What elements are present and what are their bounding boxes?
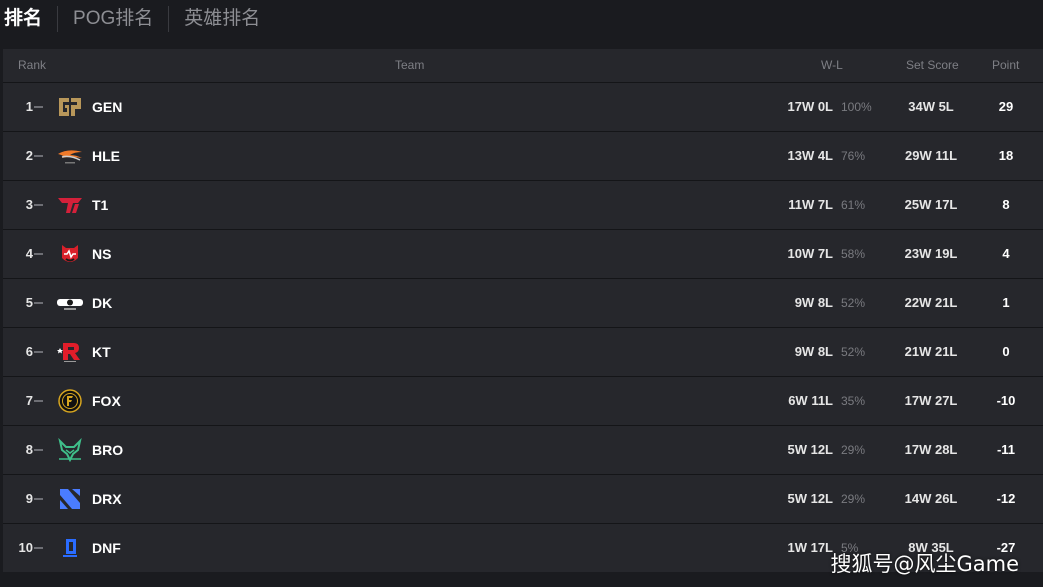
table-row[interactable]: 9 DRX 5W 12L 29% 14W 26L -12: [3, 474, 1043, 523]
rank-change-icon: [34, 253, 43, 255]
win-rate: 100%: [841, 100, 872, 114]
rank-change-icon: [34, 449, 43, 451]
table-row[interactable]: 4 NS 10W 7L 58% 23W 19L 4: [3, 229, 1043, 278]
win-rate: 52%: [841, 345, 866, 359]
points: -12: [996, 491, 1016, 506]
win-rate: 52%: [841, 296, 866, 310]
table-row[interactable]: 7 FOX 6W 11L 35% 17W 27L -10: [3, 376, 1043, 425]
set-score: 17W 27L: [904, 393, 958, 408]
rank-number: 2: [25, 148, 33, 163]
rank-change-icon: [34, 547, 43, 549]
rank-number: 8: [25, 442, 33, 457]
table-row[interactable]: 1 GEN 17W 0L 100% 34W 5L 29: [3, 82, 1043, 131]
win-rate: 29%: [841, 492, 866, 506]
table-row[interactable]: 8 BRO 5W 12L 29% 17W 28L -11: [3, 425, 1043, 474]
team-name[interactable]: DNF: [92, 524, 121, 572]
header-rank: Rank: [18, 58, 47, 72]
rank-number: 4: [25, 246, 33, 261]
set-score: 14W 26L: [904, 491, 958, 506]
rank-change-icon: [34, 498, 43, 500]
header-set-score: Set Score: [906, 58, 959, 72]
rank-number: 5: [25, 295, 33, 310]
win-rate: 76%: [841, 149, 866, 163]
dk-logo-icon: [57, 299, 83, 310]
team-name[interactable]: FOX: [92, 377, 121, 425]
team-name[interactable]: KT: [92, 328, 111, 376]
rank-number: 3: [25, 197, 33, 212]
rank-number: 10: [18, 540, 33, 555]
t1-logo-icon: [58, 198, 82, 213]
set-score: 17W 28L: [904, 442, 958, 457]
rank-change-icon: [34, 302, 43, 304]
win-rate: 61%: [841, 198, 866, 212]
win-rate: 29%: [841, 443, 866, 457]
tab-bar: 排名 POG排名 英雄排名: [0, 0, 275, 38]
set-score: 22W 21L: [904, 295, 958, 310]
win-loss: 6W 11L: [788, 393, 833, 408]
table-header: Rank Team W-L Set Score Point: [3, 49, 1043, 82]
win-loss: 17W 0L: [787, 99, 833, 114]
win-loss: 13W 4L: [787, 148, 833, 163]
win-loss: 9W 8L: [794, 295, 833, 310]
rank-number: 1: [25, 99, 33, 114]
team-name[interactable]: DRX: [92, 475, 122, 523]
set-score: 25W 17L: [904, 197, 958, 212]
kt-logo-icon: [57, 343, 80, 362]
win-loss: 10W 7L: [787, 246, 833, 261]
win-rate: 58%: [841, 247, 866, 261]
header-team: Team: [395, 58, 425, 72]
rank-change-icon: [34, 204, 43, 206]
points: 4: [1002, 246, 1010, 261]
hle-logo-icon: [58, 150, 82, 164]
table-row[interactable]: 5 DK 9W 8L 52% 22W 21L 1: [3, 278, 1043, 327]
table-row[interactable]: 6 KT 9W 8L 52% 21W 21L 0: [3, 327, 1043, 376]
dnf-logo-icon: [63, 539, 77, 557]
gen-logo-icon: [59, 98, 81, 116]
rank-change-icon: [34, 351, 43, 353]
tab-ranking[interactable]: 排名: [0, 7, 57, 31]
set-score: 21W 21L: [904, 344, 958, 359]
rank-change-icon: [34, 400, 43, 402]
set-score: 29W 11L: [904, 148, 958, 163]
watermark-text: 搜狐号@风尘Game: [830, 552, 1019, 576]
team-name[interactable]: HLE: [92, 132, 120, 180]
team-name[interactable]: BRO: [92, 426, 123, 474]
tab-champion-ranking[interactable]: 英雄排名: [169, 7, 275, 31]
set-score: 34W 5L: [908, 99, 954, 114]
rank-number: 7: [25, 393, 33, 408]
bro-logo-icon: [58, 438, 82, 462]
rank-number: 9: [25, 491, 33, 506]
win-loss: 9W 8L: [794, 344, 833, 359]
points: -10: [996, 393, 1016, 408]
points: 29: [998, 99, 1014, 114]
header-point: Point: [992, 58, 1020, 72]
rank-change-icon: [34, 155, 43, 157]
table-row[interactable]: 2 HLE 13W 4L 76% 29W 11L 18: [3, 131, 1043, 180]
win-rate: 35%: [841, 394, 866, 408]
team-name[interactable]: T1: [92, 181, 108, 229]
win-loss: 5W 12L: [787, 491, 833, 506]
team-name[interactable]: GEN: [92, 83, 122, 131]
points: 8: [1002, 197, 1010, 212]
points: 18: [998, 148, 1014, 163]
team-name[interactable]: NS: [92, 230, 111, 278]
rank-change-icon: [34, 106, 43, 108]
tab-pog-ranking[interactable]: POG排名: [58, 7, 168, 31]
fox-logo-icon: [58, 389, 82, 413]
standings-table: Rank Team W-L Set Score Point 1 GEN 17W …: [3, 49, 1043, 572]
points: -11: [996, 442, 1016, 457]
points: 0: [1002, 344, 1010, 359]
table-row[interactable]: 3 T1 11W 7L 61% 25W 17L 8: [3, 180, 1043, 229]
win-loss: 5W 12L: [787, 442, 833, 457]
win-loss: 1W 17L: [787, 540, 833, 555]
ns-logo-icon: [62, 245, 78, 262]
header-wl: W-L: [821, 58, 843, 72]
drx-logo-icon: [60, 489, 80, 509]
team-name[interactable]: DK: [92, 279, 112, 327]
points: 1: [1002, 295, 1010, 310]
rank-number: 6: [25, 344, 33, 359]
win-loss: 11W 7L: [788, 197, 833, 212]
set-score: 23W 19L: [904, 246, 958, 261]
